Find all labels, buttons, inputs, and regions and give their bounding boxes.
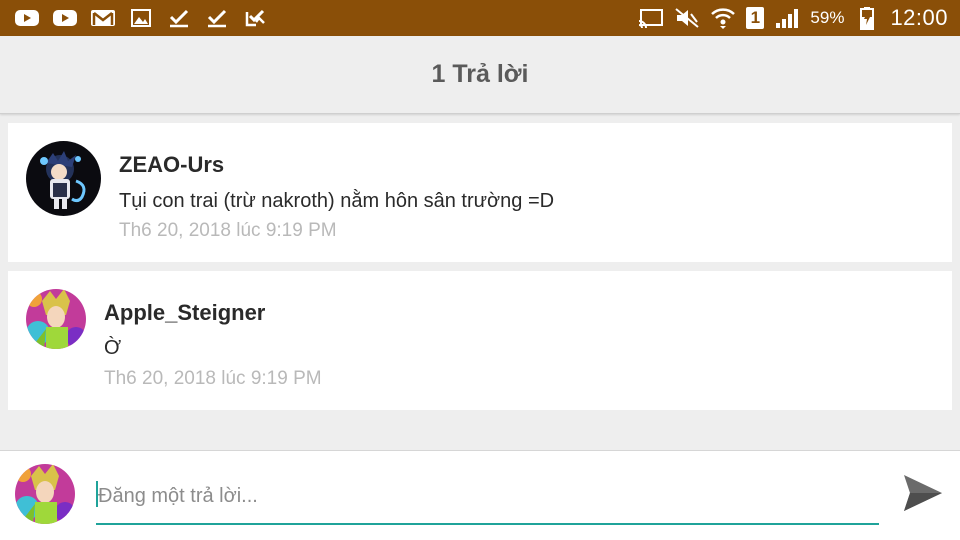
check-icon[interactable] <box>166 7 192 29</box>
check-icon[interactable] <box>204 7 230 29</box>
send-button[interactable] <box>898 472 948 518</box>
comment-timestamp: Th6 20, 2018 lúc 9:19 PM <box>119 220 337 241</box>
comment-card: ZEAO-Urs Tụi con trai (trừ nakroth) nằm … <box>8 123 952 262</box>
comment-author[interactable]: Apple_Steigner <box>104 300 265 326</box>
comment-author[interactable]: ZEAO-Urs <box>119 152 224 178</box>
comment-text: Ờ <box>104 337 122 359</box>
clock: 12:00 <box>890 5 948 30</box>
check-list-icon[interactable] <box>242 7 268 29</box>
cast-icon <box>638 7 664 29</box>
send-icon <box>902 473 944 518</box>
app-bar: 1 Trả lời <box>0 36 960 114</box>
youtube-icon[interactable] <box>14 7 40 29</box>
avatar[interactable] <box>26 289 86 349</box>
signal-icon <box>774 7 800 29</box>
sim-icon: 1 <box>746 7 765 29</box>
avatar[interactable] <box>26 141 101 216</box>
mute-icon <box>674 7 700 29</box>
battery-percent: 59% <box>810 8 845 27</box>
system-status: 1 59% 12:00 <box>638 0 948 36</box>
battery-icon <box>854 7 880 30</box>
comment-timestamp: Th6 20, 2018 lúc 9:19 PM <box>104 368 322 389</box>
gmail-icon[interactable] <box>90 7 116 29</box>
reply-input[interactable] <box>96 477 879 525</box>
current-user-avatar[interactable] <box>15 464 75 524</box>
page-title: 1 Trả lời <box>431 60 529 88</box>
comment-card: Apple_Steigner Ờ Th6 20, 2018 lúc 9:19 P… <box>8 271 952 410</box>
notification-icons <box>14 0 268 36</box>
image-icon[interactable] <box>128 7 154 29</box>
wifi-icon <box>710 7 736 29</box>
text-cursor <box>96 481 98 507</box>
status-bar: 1 59% 12:00 <box>0 0 960 36</box>
youtube-icon[interactable] <box>52 7 78 29</box>
comment-text: Tụi con trai (trừ nakroth) nằm hôn sân t… <box>119 190 555 212</box>
